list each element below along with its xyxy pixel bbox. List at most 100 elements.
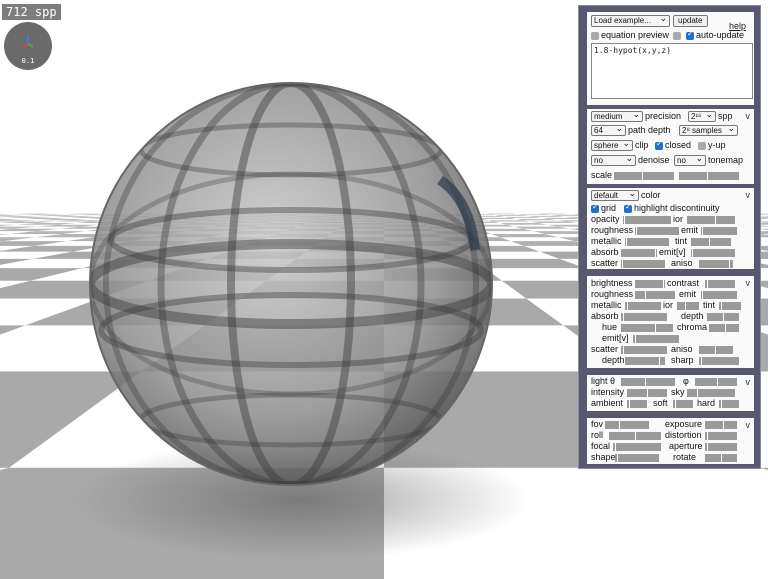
path-depth-select[interactable]: 64 bbox=[591, 125, 626, 136]
roughness2-slider[interactable] bbox=[635, 291, 675, 299]
opacity-slider[interactable] bbox=[623, 216, 671, 224]
closed-label: closed bbox=[665, 140, 692, 150]
rotate-slider[interactable] bbox=[705, 454, 737, 462]
spp-label: spp bbox=[718, 111, 733, 121]
scatter-label: scatter bbox=[591, 258, 619, 268]
aperture-slider[interactable] bbox=[705, 443, 737, 451]
sharp-slider[interactable] bbox=[699, 357, 739, 365]
emit2-slider[interactable] bbox=[701, 291, 737, 299]
glass-sphere bbox=[89, 82, 493, 486]
roughness2-label: roughness bbox=[591, 289, 634, 299]
floor-tile bbox=[0, 325, 26, 335]
focal-slider[interactable] bbox=[613, 443, 661, 451]
grid-checkbox[interactable] bbox=[591, 202, 599, 213]
sky-label: sky bbox=[671, 387, 685, 397]
clip-select[interactable]: sphere bbox=[591, 140, 633, 151]
focal-label: focal bbox=[591, 441, 611, 451]
shape-slider[interactable] bbox=[615, 454, 659, 462]
color-select[interactable]: default bbox=[591, 190, 639, 201]
rotate-label: rotate bbox=[673, 452, 697, 462]
yup-label: y-up bbox=[708, 140, 726, 150]
tint2-slider[interactable] bbox=[719, 302, 741, 310]
emitv-slider[interactable] bbox=[691, 249, 735, 257]
metallic-slider[interactable] bbox=[625, 238, 669, 246]
opacity-label: opacity bbox=[591, 214, 620, 224]
ambient-label: ambient bbox=[591, 398, 624, 408]
emitv2-label: emit[v] bbox=[602, 333, 629, 343]
floor-tile bbox=[0, 268, 83, 281]
equation-preview-checkbox[interactable] bbox=[591, 32, 599, 40]
fov-label: fov bbox=[591, 419, 604, 429]
emit-slider[interactable] bbox=[701, 227, 737, 235]
light-collapse-toggle[interactable]: v bbox=[746, 377, 751, 387]
floor-tile bbox=[759, 467, 768, 470]
distortion-slider[interactable] bbox=[705, 432, 737, 440]
emitv2-slider[interactable] bbox=[633, 335, 679, 343]
ambient-slider[interactable] bbox=[627, 400, 647, 408]
camera-section: v fov exposure roll distortion focal ape… bbox=[587, 418, 754, 464]
hard-slider[interactable] bbox=[719, 400, 739, 408]
light-theta-slider[interactable] bbox=[621, 378, 675, 386]
camera-collapse-toggle[interactable]: v bbox=[746, 420, 751, 430]
samples-select[interactable]: 2⁸ samples bbox=[679, 125, 738, 136]
denoise-label: denoise bbox=[638, 155, 670, 165]
closed-checkbox[interactable] bbox=[655, 139, 663, 150]
yup-checkbox[interactable] bbox=[698, 142, 706, 150]
precision-select[interactable]: medium bbox=[591, 111, 643, 122]
update-button[interactable]: update bbox=[673, 15, 708, 27]
intensity-slider[interactable] bbox=[627, 389, 667, 397]
aniso2-slider[interactable] bbox=[699, 346, 733, 354]
metallic-label: metallic bbox=[591, 236, 622, 246]
light-section: v light θ φ intensity sky ambient soft h… bbox=[587, 375, 754, 411]
scale-slider[interactable] bbox=[614, 172, 674, 180]
contrast-slider[interactable] bbox=[705, 280, 735, 288]
exposure-slider[interactable] bbox=[705, 421, 737, 429]
example-select[interactable]: Load example... bbox=[591, 15, 670, 27]
tint-slider[interactable] bbox=[691, 238, 731, 246]
sky-slider[interactable] bbox=[687, 389, 735, 397]
equation-input[interactable] bbox=[591, 43, 753, 99]
render-collapse-toggle[interactable]: v bbox=[746, 111, 751, 121]
equation-preview-label: equation preview bbox=[601, 30, 670, 40]
scatter-slider[interactable] bbox=[621, 260, 665, 268]
aniso-label: aniso bbox=[671, 258, 693, 268]
denoise-select[interactable]: no bbox=[591, 155, 636, 166]
absorb-slider[interactable] bbox=[621, 249, 657, 257]
ior-label: ior bbox=[673, 214, 684, 224]
scatter2-slider[interactable] bbox=[621, 346, 667, 354]
tonemap-label: tonemap bbox=[708, 155, 744, 165]
aniso-slider[interactable] bbox=[699, 260, 733, 268]
hue-slider[interactable] bbox=[621, 324, 673, 332]
chroma-label: chroma bbox=[677, 322, 708, 332]
scale-slider-2[interactable] bbox=[679, 172, 739, 180]
depth2-slider[interactable] bbox=[625, 357, 665, 365]
absorb2-slider[interactable] bbox=[621, 313, 667, 321]
extra-checkbox[interactable] bbox=[673, 32, 681, 40]
depth2-label: depth bbox=[602, 355, 625, 365]
auto-update-label: auto-update bbox=[696, 30, 745, 40]
spp-select[interactable]: 2¹⁶ bbox=[688, 111, 716, 122]
emit-label: emit bbox=[681, 225, 699, 235]
brightness-slider[interactable] bbox=[635, 280, 665, 288]
roughness-slider[interactable] bbox=[635, 227, 679, 235]
light-theta-label: light θ bbox=[591, 376, 616, 386]
ior-slider[interactable] bbox=[687, 216, 735, 224]
soft-slider[interactable] bbox=[673, 400, 693, 408]
fov-slider[interactable] bbox=[605, 421, 649, 429]
chroma-slider[interactable] bbox=[709, 324, 739, 332]
roll-slider[interactable] bbox=[609, 432, 661, 440]
highlight-checkbox[interactable] bbox=[624, 202, 632, 213]
phi-slider[interactable] bbox=[695, 378, 737, 386]
ior2-slider[interactable] bbox=[677, 302, 699, 310]
auto-update-checkbox[interactable] bbox=[686, 29, 694, 40]
orientation-gizmo[interactable]: 0.1 bbox=[4, 22, 52, 70]
aperture-label: aperture bbox=[669, 441, 703, 451]
tonemap-select[interactable]: no bbox=[674, 155, 706, 166]
floor-tile bbox=[0, 258, 33, 265]
color-collapse-toggle[interactable]: v bbox=[746, 190, 751, 200]
precision-label: precision bbox=[645, 111, 682, 121]
depth-slider[interactable] bbox=[707, 313, 739, 321]
ior2-label: ior bbox=[663, 300, 674, 310]
metallic2-slider[interactable] bbox=[625, 302, 661, 310]
material-collapse-toggle[interactable]: v bbox=[746, 278, 751, 288]
